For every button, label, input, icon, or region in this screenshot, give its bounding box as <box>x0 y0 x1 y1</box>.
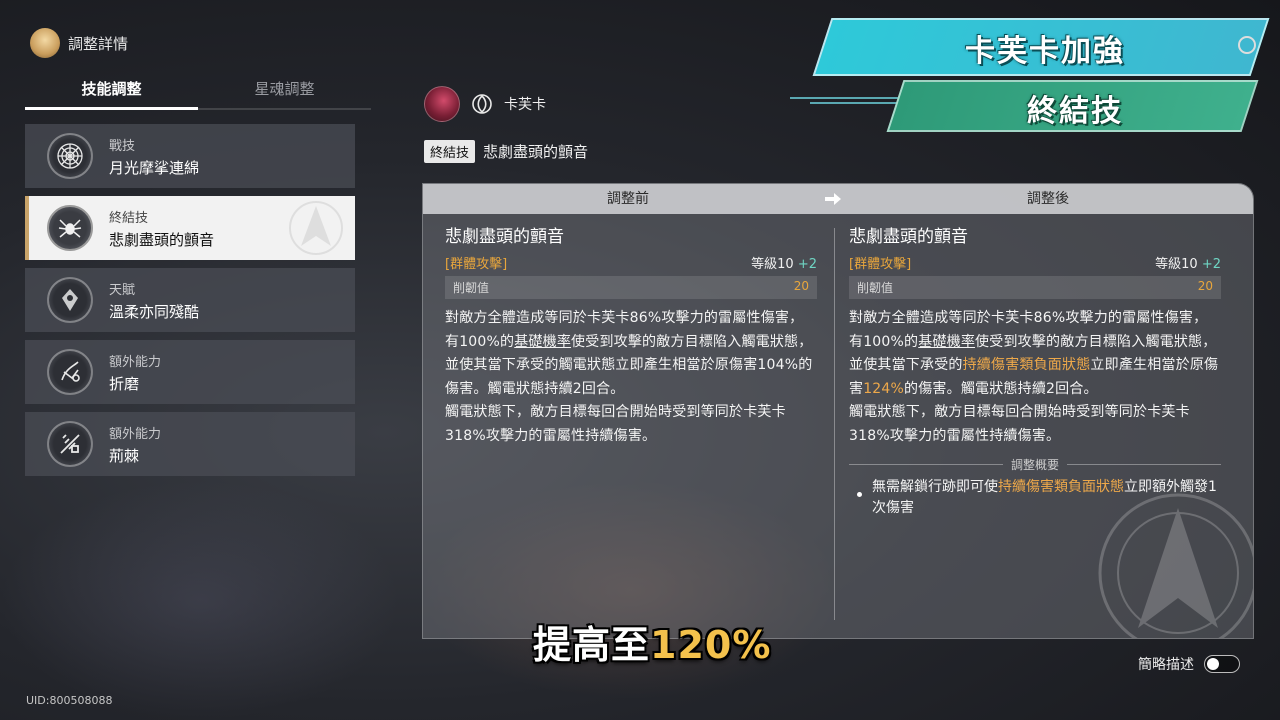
skill-heading: 終結技 悲劇盡頭的顫音 <box>424 140 588 163</box>
character-avatar <box>424 86 460 122</box>
toughness-row: 削韌值 20 <box>849 276 1221 299</box>
after-title: 悲劇盡頭的顫音 <box>849 227 968 247</box>
close-icon[interactable] <box>1238 36 1256 54</box>
talent-icon <box>47 277 93 323</box>
tab-bar: 技能調整 星魂調整 <box>25 72 371 110</box>
before-label: 調整前 <box>607 191 649 207</box>
toggle-label: 簡略描述 <box>1138 657 1194 673</box>
emblem-watermark-icon <box>1098 493 1253 638</box>
banner-top-text: 卡芙卡加強 <box>965 34 1125 69</box>
after-label: 調整後 <box>1027 191 1069 207</box>
banner-stripes <box>790 97 900 104</box>
banner-bottom-text: 終結技 <box>1027 94 1123 129</box>
character-name: 卡芙卡 <box>504 97 546 113</box>
summary-title: 調整概要 <box>849 456 1222 473</box>
skill-name-label: 悲劇盡頭的顫音 <box>109 230 215 249</box>
skill-type-label: 天賦 <box>109 282 136 298</box>
level-label: 等級10 +2 <box>1155 257 1221 272</box>
skill-name-label: 荊棘 <box>109 446 140 465</box>
toggle-knob <box>1207 658 1219 670</box>
aoe-tag: [群體攻擊] <box>445 257 508 272</box>
before-description: 對敵方全體造成等同於卡芙卡86%攻擊力的雷屬性傷害，有100%的基礎機率使受到攻… <box>445 310 813 444</box>
skill-type-label: 戰技 <box>109 138 136 154</box>
skill-name-label: 月光摩挲連綿 <box>109 158 200 177</box>
video-subtitle: 提高至120% <box>533 623 772 667</box>
skill-type-tag: 終結技 <box>424 140 476 163</box>
skill-type-label: 終結技 <box>109 210 149 226</box>
aoe-tag: [群體攻擊] <box>849 257 912 272</box>
brief-description-toggle-row: 簡略描述 <box>1138 654 1240 674</box>
comparison-panel: 調整前 調整後 悲劇盡頭的顫音 [群體攻擊] 等級10 +2 削韌值 20 對敵… <box>422 183 1254 639</box>
skill-type-label: 額外能力 <box>109 426 162 442</box>
nihility-path-icon <box>472 94 492 114</box>
thorns-icon <box>47 421 93 467</box>
character-row: 卡芙卡 <box>424 86 546 122</box>
spider-icon <box>47 205 93 251</box>
torment-icon <box>47 349 93 395</box>
skill-item-skill[interactable]: 戰技 月光摩挲連綿 <box>25 124 355 188</box>
skill-item-talent[interactable]: 天賦 溫柔亦同殘酷 <box>25 268 355 332</box>
background-blur <box>0 480 400 720</box>
emblem-watermark-icon <box>289 201 343 255</box>
page-title: 調整詳情 <box>68 34 129 53</box>
tab-eidolon-adjust[interactable]: 星魂調整 <box>198 72 371 108</box>
skill-heading-name: 悲劇盡頭的顫音 <box>483 143 589 161</box>
brief-description-toggle[interactable] <box>1204 655 1240 673</box>
skill-name-label: 溫柔亦同殘酷 <box>109 302 200 321</box>
toughness-row: 削韌值 20 <box>445 276 817 299</box>
uid-label: UID:800508088 <box>26 694 113 707</box>
skill-type-label: 額外能力 <box>109 354 162 370</box>
arrow-right-icon <box>825 193 841 205</box>
skill-item-trace-thorns[interactable]: 額外能力 荊棘 <box>25 412 355 476</box>
before-column: 悲劇盡頭的顫音 [群體攻擊] 等級10 +2 削韌值 20 對敵方全體造成等同於… <box>445 222 817 448</box>
after-column: 悲劇盡頭的顫音 [群體攻擊] 等級10 +2 削韌值 20 對敵方全體造成等同於… <box>849 222 1222 519</box>
skill-item-trace-torment[interactable]: 額外能力 折磨 <box>25 340 355 404</box>
before-title: 悲劇盡頭的顫音 <box>445 227 564 247</box>
skill-name-label: 折磨 <box>109 374 140 393</box>
player-avatar-icon <box>30 28 60 58</box>
web-icon <box>47 133 93 179</box>
level-label: 等級10 +2 <box>751 257 817 272</box>
skill-item-ultimate[interactable]: 終結技 悲劇盡頭的顫音 <box>25 196 355 260</box>
column-divider <box>834 228 835 620</box>
page-header: 調整詳情 <box>30 28 128 58</box>
comparison-header: 調整前 調整後 <box>423 184 1253 214</box>
tab-skill-adjust[interactable]: 技能調整 <box>25 72 198 110</box>
skill-list: 戰技 月光摩挲連綿 終結技 悲劇盡頭的顫音 天賦 溫柔亦同殘酷 額外能力 折磨 … <box>25 124 355 484</box>
after-description: 對敵方全體造成等同於卡芙卡86%攻擊力的雷屬性傷害，有100%的基礎機率使受到攻… <box>849 310 1219 444</box>
